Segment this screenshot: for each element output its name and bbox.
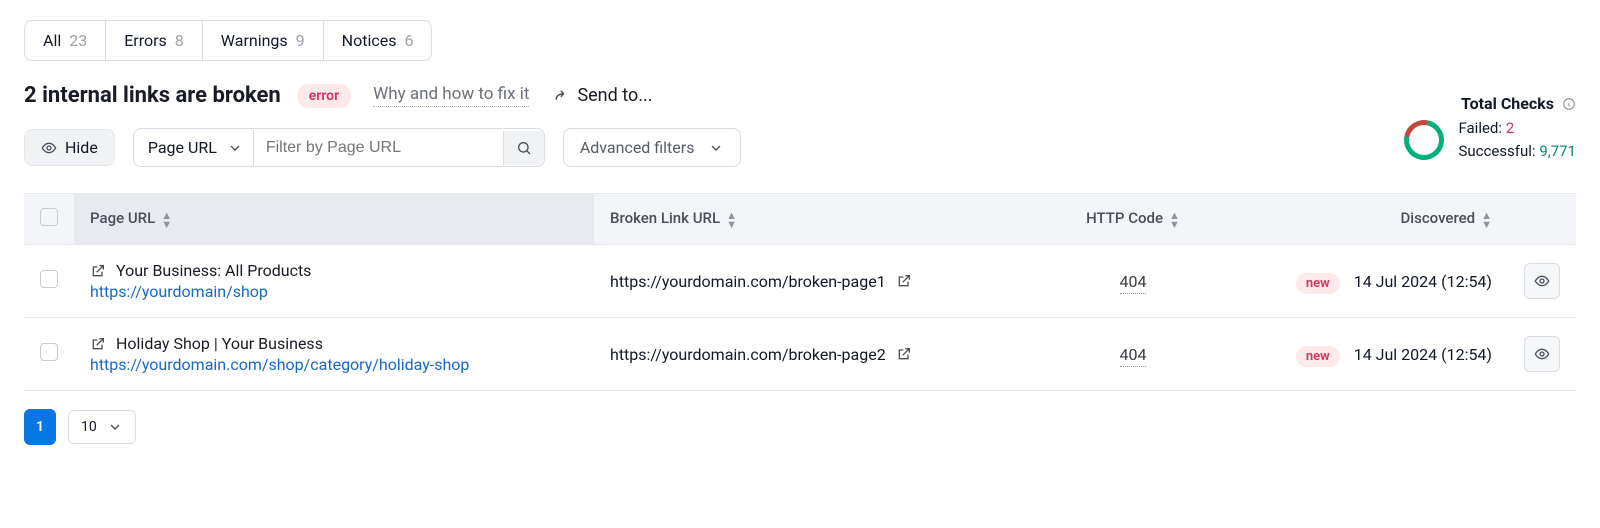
external-link-icon[interactable] [896,346,912,362]
table-row: Holiday Shop | Your Business https://you… [24,318,1576,391]
page-size-select[interactable]: 10 [68,410,136,444]
checks-stats: Failed: 2 Successful: 9,771 [1458,117,1576,162]
chevron-down-icon [107,419,123,435]
advanced-filters-button[interactable]: Advanced filters [563,128,742,167]
filter-field-select[interactable]: Page URL [134,129,253,166]
successful-value: 9,771 [1539,142,1576,160]
failed-label: Failed: [1458,119,1502,137]
filter-input[interactable] [253,130,503,166]
page-title: 2 internal links are broken [24,83,281,108]
tab-notices[interactable]: Notices 6 [324,21,432,60]
sort-icon: ▲▼ [1481,211,1492,229]
sort-icon: ▲▼ [161,211,172,229]
view-button[interactable] [1524,263,1560,299]
tab-count: 23 [69,31,87,50]
info-icon[interactable] [1562,97,1576,111]
row-http-code: 404 [1120,345,1147,367]
tab-label: Warnings [221,31,288,50]
eye-icon [1534,346,1550,362]
filter-combo: Page URL [133,128,545,167]
tab-warnings[interactable]: Warnings 9 [203,21,324,60]
row-checkbox[interactable] [40,343,58,361]
tab-count: 9 [296,31,305,50]
new-badge: new [1296,273,1340,294]
external-link-icon[interactable] [896,273,912,289]
eye-icon [41,140,57,156]
filter-field-label: Page URL [148,138,217,157]
send-to-label: Send to... [577,85,652,106]
why-how-fix-link[interactable]: Why and how to fix it [373,84,529,107]
category-tabs: All 23 Errors 8 Warnings 9 Notices 6 [24,20,432,61]
chevron-down-icon [227,140,243,156]
hide-button[interactable]: Hide [24,129,115,166]
filter-row: Hide Page URL Advanced filters Total Che… [24,128,1576,167]
external-link-icon[interactable] [90,336,106,352]
results-table: Page URL▲▼ Broken Link URL▲▼ HTTP Code▲▼… [24,193,1576,391]
col-http-code[interactable]: HTTP Code▲▼ [1048,194,1218,245]
page-button-current[interactable]: 1 [24,409,56,445]
row-discovered: 14 Jul 2024 (12:54) [1354,272,1492,291]
hide-label: Hide [65,138,98,157]
row-page-title: Holiday Shop | Your Business [116,334,323,353]
eye-icon [1534,273,1550,289]
pager: 1 10 [24,409,1576,445]
successful-label: Successful: [1458,142,1535,160]
checks-donut-chart [1397,112,1453,168]
send-to-button[interactable]: Send to... [551,85,652,106]
row-page-url[interactable]: https://yourdomain.com/shop/category/hol… [90,355,578,374]
tab-count: 6 [404,31,413,50]
failed-value: 2 [1506,119,1514,137]
select-all-checkbox[interactable] [40,208,58,226]
external-link-icon[interactable] [90,263,106,279]
tab-count: 8 [175,31,184,50]
chevron-down-icon [708,140,724,156]
row-page-url[interactable]: https://yourdomain/shop [90,282,578,301]
severity-badge: error [297,84,351,108]
row-http-code: 404 [1120,272,1147,294]
row-page-title: Your Business: All Products [116,261,311,280]
tab-all[interactable]: All 23 [25,21,106,60]
tab-label: All [43,31,61,50]
row-broken-link: https://yourdomain.com/broken-page2 [610,345,886,364]
table-row: Your Business: All Products https://your… [24,245,1576,318]
share-arrow-icon [551,87,569,105]
col-broken-link[interactable]: Broken Link URL▲▼ [594,194,1048,245]
col-discovered[interactable]: Discovered▲▼ [1218,194,1508,245]
row-checkbox[interactable] [40,270,58,288]
sort-icon: ▲▼ [1169,211,1180,229]
search-button[interactable] [503,131,544,165]
row-discovered: 14 Jul 2024 (12:54) [1354,345,1492,364]
tab-label: Notices [342,31,397,50]
advanced-filters-label: Advanced filters [580,138,695,157]
page-size-value: 10 [81,419,97,435]
sort-icon: ▲▼ [726,211,737,229]
col-page-url[interactable]: Page URL▲▼ [74,194,594,245]
tab-errors[interactable]: Errors 8 [106,21,203,60]
search-icon [516,140,532,156]
row-broken-link: https://yourdomain.com/broken-page1 [610,272,886,291]
new-badge: new [1296,346,1340,367]
total-checks-panel: Total Checks Failed: 2 Successful: 9,771 [1404,94,1576,162]
total-checks-title: Total Checks [1461,94,1554,113]
tab-label: Errors [124,31,167,50]
title-row: 2 internal links are broken error Why an… [24,83,1576,108]
view-button[interactable] [1524,336,1560,372]
